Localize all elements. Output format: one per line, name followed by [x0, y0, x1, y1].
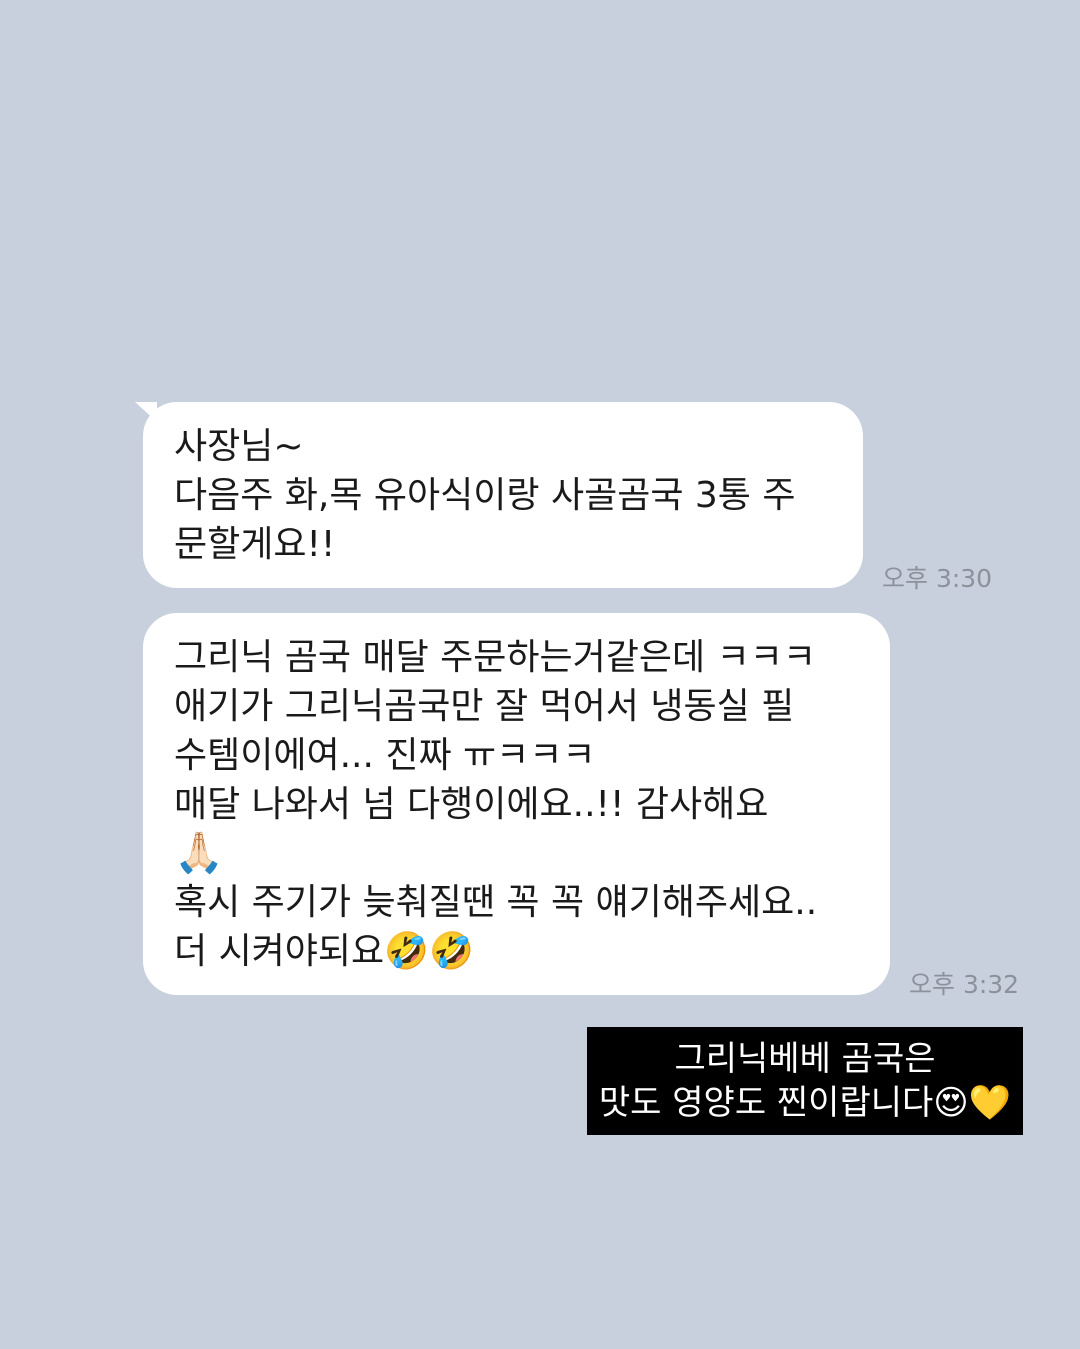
- message-line: 다음주 화,목 유아식이랑 사골곰국 3통 주: [174, 475, 796, 516]
- message-line: 매달 나와서 넘 다행이에요..!! 감사해요: [174, 784, 769, 825]
- message-timestamp: 오후 3:32: [909, 970, 1020, 999]
- message-line: 그리닉 곰국 매달 주문하는거같은데 ㅋㅋㅋ: [174, 637, 816, 678]
- message-line: 혹시 주기가 늦춰질땐 꼭 꼭 얘기해주세요..: [174, 882, 818, 923]
- caption-line: 그리닉베베 곰국은: [674, 1039, 936, 1079]
- message-line: 애기가 그리닉곰국만 잘 먹어서 냉동실 필: [174, 686, 795, 727]
- message-timestamp: 오후 3:30: [882, 564, 993, 593]
- received-message-bubble[interactable]: 그리닉 곰국 매달 주문하는거같은데 ㅋㅋㅋ 애기가 그리닉곰국만 잘 먹어서 …: [143, 613, 890, 995]
- message-line: 더 시켜야되요🤣🤣: [174, 931, 474, 972]
- received-message-bubble[interactable]: 사장님~ 다음주 화,목 유아식이랑 사골곰국 3통 주 문할게요!!: [135, 402, 863, 588]
- caption-line: 맛도 영양도 찐이랍니다😍💛: [598, 1083, 1012, 1123]
- message-line: 사장님~: [174, 426, 304, 467]
- message-line: 수템이에여... 진짜 ㅠㅋㅋㅋ: [174, 735, 596, 776]
- folded-hands-icon: 🙏🏻: [174, 830, 224, 876]
- caption-box: 그리닉베베 곰국은 맛도 영양도 찐이랍니다😍💛: [587, 1027, 1023, 1135]
- message-line: 문할게요!!: [174, 524, 336, 565]
- folded-hands-emoji: 🙏🏻: [174, 829, 870, 878]
